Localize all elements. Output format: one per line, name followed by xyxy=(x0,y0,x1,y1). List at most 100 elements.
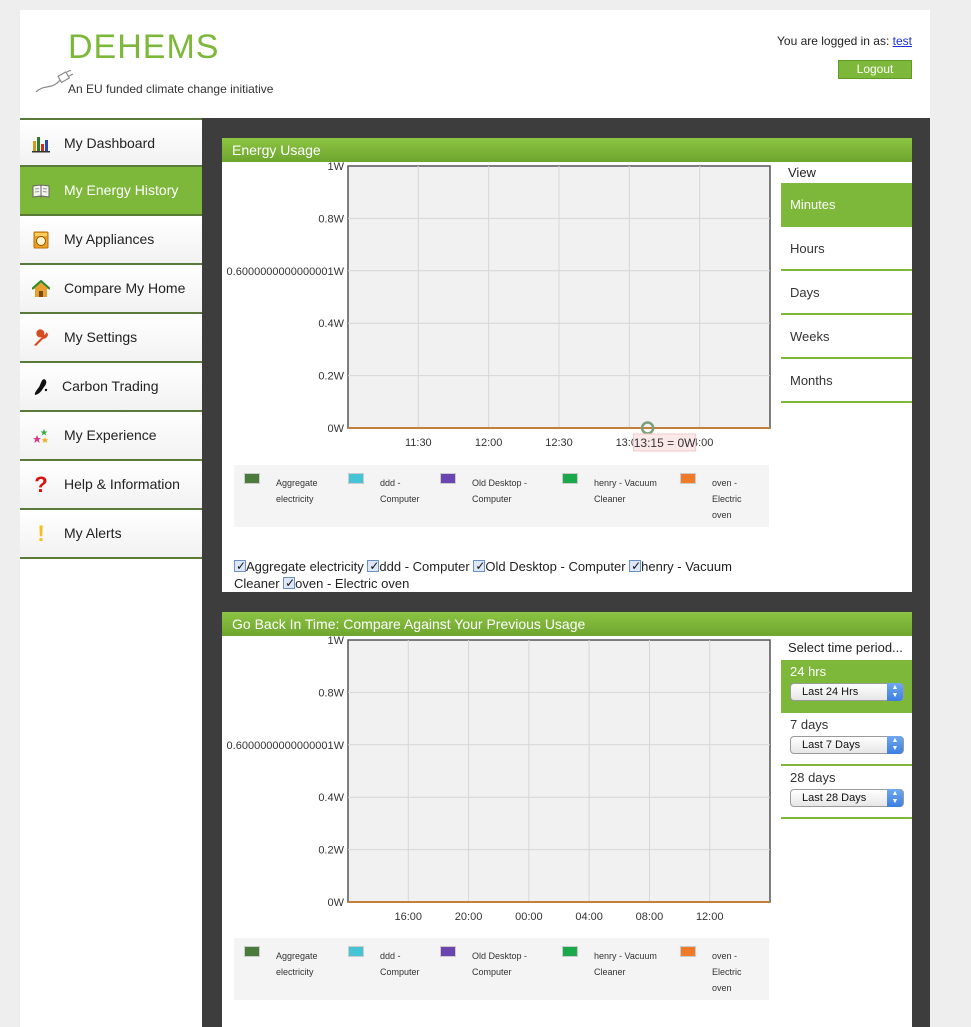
y-tick-label: 0.2W xyxy=(318,845,344,857)
previous-usage-chart[interactable]: 0W 0.2W 0.4W 0.6000000000000001W 0.8W 1W 16:00… xyxy=(222,636,781,936)
sidebar-item-my-energy-history[interactable]: My Energy History xyxy=(20,167,202,216)
legend-swatch xyxy=(244,473,260,484)
checkbox-label: Old Desktop - Computer xyxy=(485,559,626,574)
legend: Aggregate electricity ddd - Computer Old D… xyxy=(234,938,769,1000)
house-icon xyxy=(31,279,51,298)
time-period-label: 24 hrs xyxy=(790,664,827,679)
washing-machine-icon xyxy=(32,231,50,249)
login-prefix: You are logged in as: xyxy=(777,34,890,48)
legend-swatch xyxy=(562,473,578,484)
checkbox-label: ddd - Computer xyxy=(379,559,470,574)
y-tick-label: 0W xyxy=(328,897,345,909)
time-period-select[interactable]: Last 24 Hrs ▲ ▼ xyxy=(790,683,904,701)
stars-icon xyxy=(32,427,50,445)
legend-swatch xyxy=(440,473,456,484)
sidebar-item-label: Help & Information xyxy=(64,476,180,492)
y-tick-label: 0.6000000000000001W xyxy=(227,266,345,278)
go-back-in-time-panel: Go Back In Time: Compare Against Your Pr… xyxy=(222,612,912,1027)
sidebar-item-my-experience[interactable]: My Experience xyxy=(20,412,202,461)
main-content: Energy Usage 0W 0.2W 0.4W 0.600000000000000… xyxy=(202,118,930,1027)
sidebar: My Dashboard My Energy History My Applia… xyxy=(20,118,202,559)
x-tick-label: 16:00 xyxy=(395,911,423,923)
time-period-24hrs[interactable]: 24 hrs Last 24 Hrs ▲ ▼ xyxy=(781,660,912,713)
x-tick-label: 00:00 xyxy=(515,911,543,923)
legend-swatch xyxy=(348,946,364,957)
y-tick-label: 0.6000000000000001W xyxy=(227,740,345,752)
y-tick-label: 0.8W xyxy=(318,687,344,699)
legend-swatch xyxy=(440,946,456,957)
sidebar-item-help-information[interactable]: ? Help & Information xyxy=(20,461,202,510)
sidebar-item-my-settings[interactable]: My Settings xyxy=(20,314,202,363)
sidebar-item-compare-my-home[interactable]: Compare My Home xyxy=(20,265,202,314)
time-period-heading: Select time period... xyxy=(781,636,912,660)
x-tick-label: 20:00 xyxy=(455,911,483,923)
username-link[interactable]: test xyxy=(893,34,912,48)
login-info: You are logged in as: test xyxy=(777,34,912,48)
x-tick-label: 04:00 xyxy=(575,911,603,923)
y-tick-label: 0.4W xyxy=(318,318,344,330)
sidebar-item-label: My Alerts xyxy=(64,525,122,541)
plot-area xyxy=(347,639,771,903)
logout-button[interactable]: Logout xyxy=(838,60,912,79)
sidebar-item-my-alerts[interactable]: ! My Alerts xyxy=(20,510,202,559)
energy-usage-chart[interactable]: 0W 0.2W 0.4W 0.6000000000000001W 0.8W 1W 11:30… xyxy=(222,162,781,462)
sidebar-item-label: My Experience xyxy=(64,427,157,443)
checkbox[interactable] xyxy=(473,558,485,575)
view-option-months[interactable]: Months xyxy=(781,359,912,403)
checkbox[interactable] xyxy=(367,558,379,575)
panel-title: Go Back In Time: Compare Against Your Pr… xyxy=(222,612,912,636)
time-period-label: 28 days xyxy=(790,770,836,785)
sidebar-item-my-appliances[interactable]: My Appliances xyxy=(20,216,202,265)
checkbox[interactable] xyxy=(234,558,246,575)
x-tick-label: 11:30 xyxy=(405,437,432,449)
view-selector: View Minutes Hours Days Weeks Months xyxy=(781,162,912,403)
panel-title: Energy Usage xyxy=(222,138,912,162)
y-tick-label: 0W xyxy=(328,423,345,435)
view-option-hours[interactable]: Hours xyxy=(781,227,912,271)
select-arrows-icon: ▲ ▼ xyxy=(887,736,903,754)
bar-chart-icon xyxy=(32,135,50,153)
sidebar-item-label: My Appliances xyxy=(64,231,155,247)
tagline: An EU funded climate change initiative xyxy=(68,82,274,96)
view-option-days[interactable]: Days xyxy=(781,271,912,315)
time-period-select[interactable]: Last 28 Days ▲ ▼ xyxy=(790,789,904,807)
sidebar-item-label: Carbon Trading xyxy=(62,378,159,394)
sidebar-item-label: My Settings xyxy=(64,329,138,345)
y-tick-label: 0.4W xyxy=(318,792,344,804)
x-tick-label: 12:00 xyxy=(696,911,724,923)
exclamation-icon: ! xyxy=(37,521,45,546)
checkbox[interactable] xyxy=(283,575,295,592)
footprint-icon xyxy=(32,378,50,396)
legend-swatch xyxy=(244,946,260,957)
time-period-7days[interactable]: 7 days Last 7 Days ▲ ▼ xyxy=(781,713,912,766)
legend-swatch xyxy=(680,473,696,484)
book-icon xyxy=(32,182,50,200)
checkbox[interactable] xyxy=(629,558,641,575)
sidebar-item-my-dashboard[interactable]: My Dashboard xyxy=(20,118,202,167)
tooltip-text: 13:15 = 0W xyxy=(634,436,696,450)
time-period-28days[interactable]: 28 days Last 28 Days ▲ ▼ xyxy=(781,766,912,819)
time-period-label: 7 days xyxy=(790,717,829,732)
x-tick-label: 12:00 xyxy=(475,437,503,449)
select-arrows-icon: ▲ ▼ xyxy=(887,683,903,701)
wrench-icon xyxy=(32,329,50,347)
sidebar-item-carbon-trading[interactable]: Carbon Trading xyxy=(20,363,202,412)
view-option-minutes[interactable]: Minutes xyxy=(781,183,912,227)
time-period-select[interactable]: Last 7 Days ▲ ▼ xyxy=(790,736,904,754)
y-tick-label: 1W xyxy=(328,636,345,647)
view-heading: View xyxy=(781,162,912,183)
legend-swatch xyxy=(562,946,578,957)
time-period-selector: Select time period... 24 hrs Last 24 Hrs… xyxy=(781,636,912,819)
x-tick-label: 12:30 xyxy=(545,437,573,449)
sidebar-item-label: Compare My Home xyxy=(64,280,186,296)
page: DEHEMS An EU funded climate change initi… xyxy=(20,10,930,1027)
energy-usage-panel: Energy Usage 0W 0.2W 0.4W 0.600000000000000… xyxy=(222,138,912,592)
x-tick-label: 08:00 xyxy=(636,911,664,923)
y-tick-label: 1W xyxy=(328,162,345,173)
checkbox-label: Aggregate electricity xyxy=(246,559,364,574)
y-tick-label: 0.8W xyxy=(318,213,344,225)
y-tick-label: 0.2W xyxy=(318,371,344,383)
logo[interactable]: DEHEMS xyxy=(68,28,219,67)
view-option-weeks[interactable]: Weeks xyxy=(781,315,912,359)
sidebar-item-label: My Dashboard xyxy=(64,135,156,151)
